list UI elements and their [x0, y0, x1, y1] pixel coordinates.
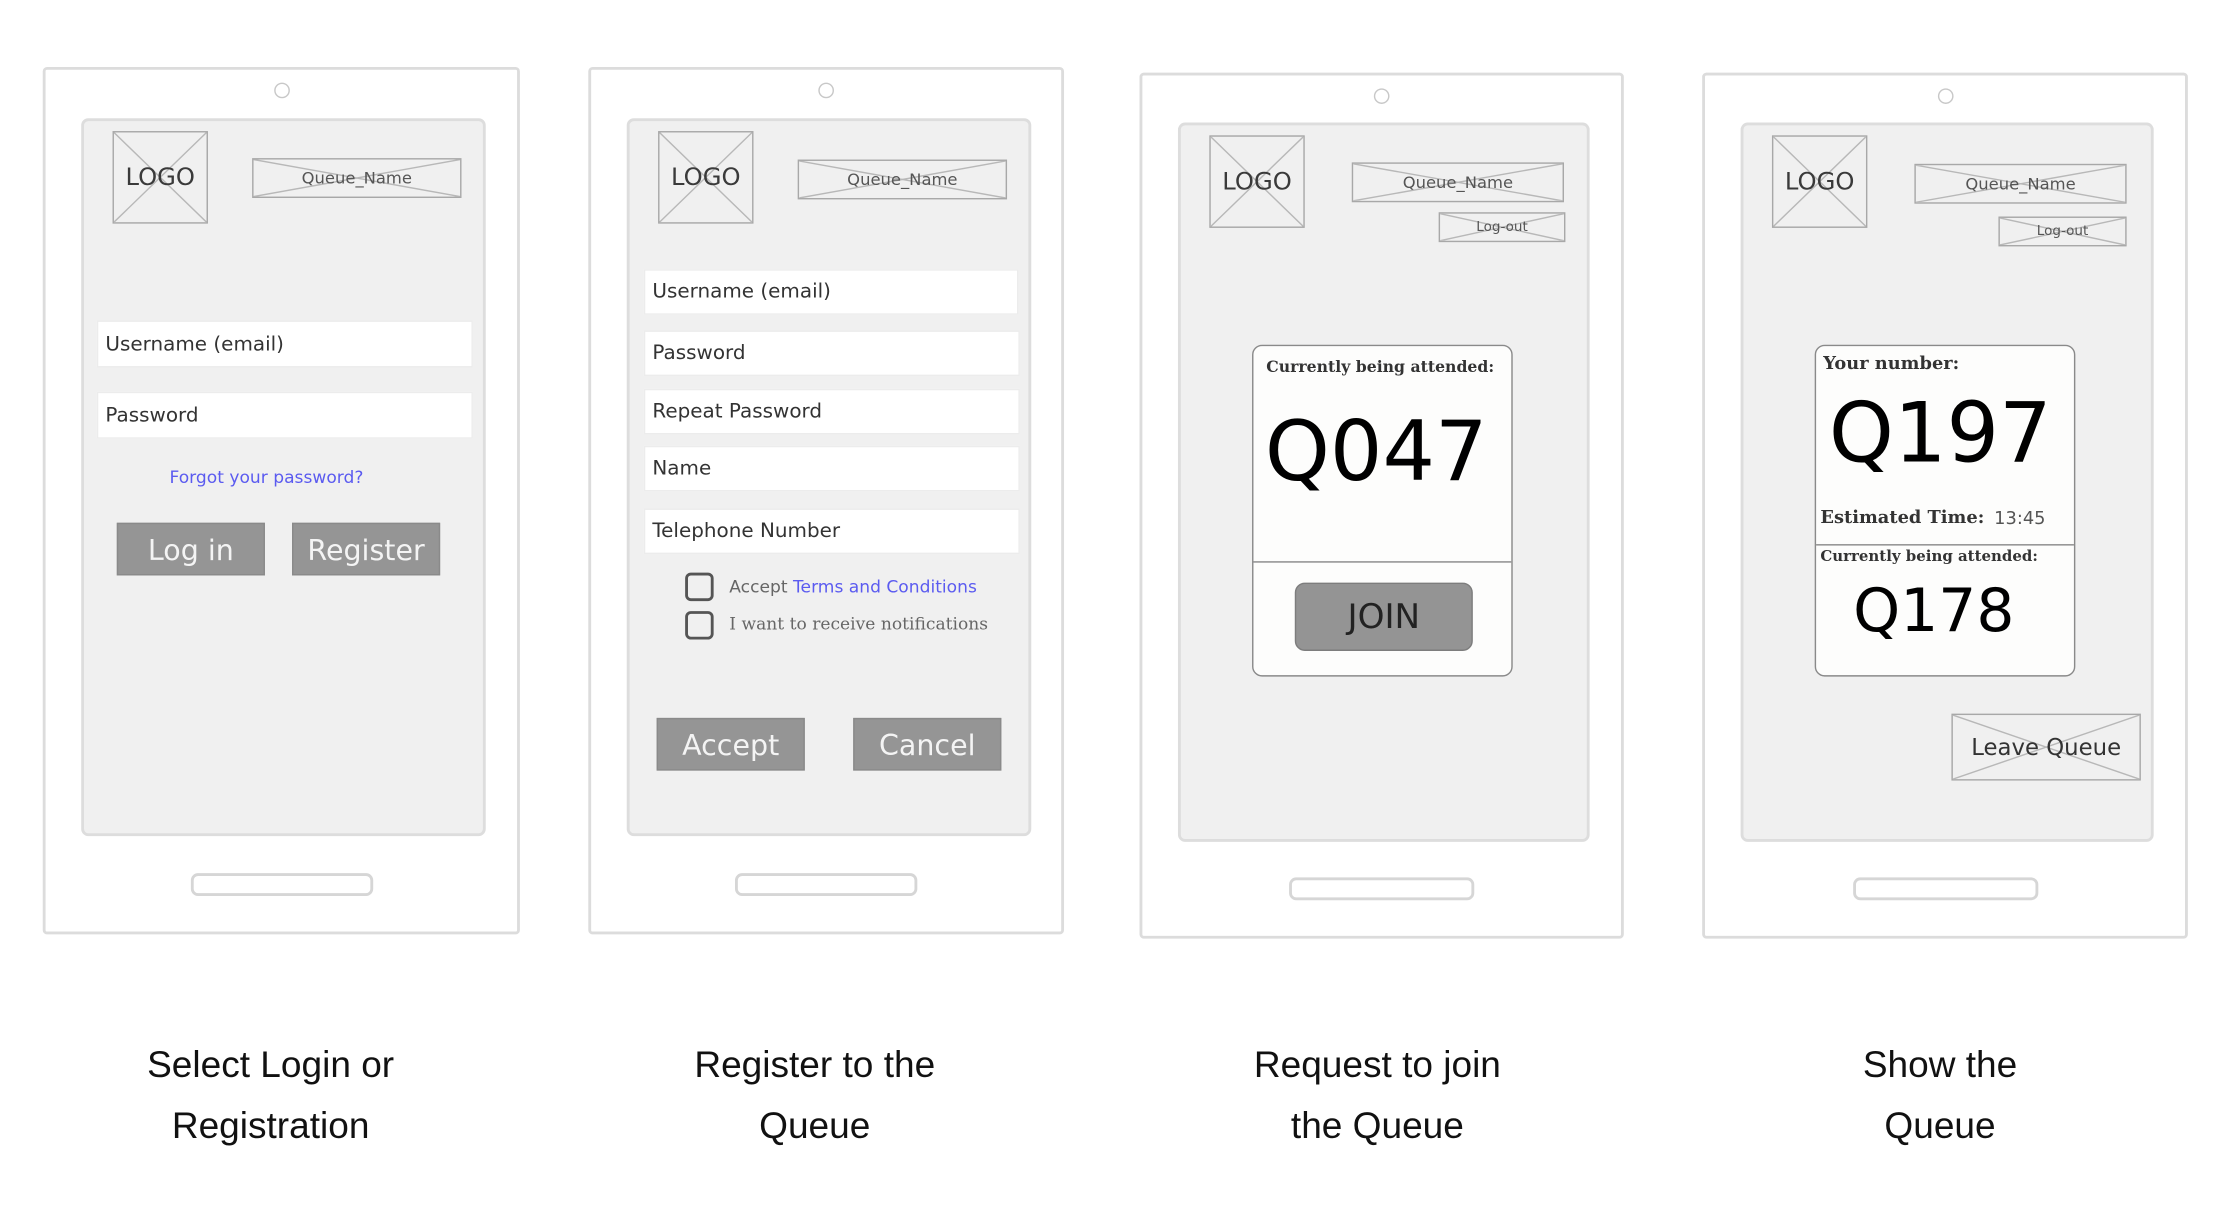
caption-line: the Queue: [1290, 1103, 1464, 1147]
logo-placeholder: LOGO: [1771, 135, 1868, 228]
password-placeholder: Password: [652, 341, 746, 365]
phone-register: LOGO Queue_Name Username (email) Passwor…: [588, 66, 1065, 935]
caption-line: Request to join: [1253, 1042, 1501, 1086]
camera-icon: [1937, 88, 1953, 104]
terms-link[interactable]: Terms and Conditions: [793, 577, 977, 597]
logo-placeholder: LOGO: [1209, 135, 1305, 228]
camera-icon: [1373, 88, 1390, 104]
password-field[interactable]: Password: [96, 391, 473, 439]
attended-label: Currently being attended:: [1820, 548, 2038, 566]
your-number: Q197: [1828, 384, 2052, 482]
login-button[interactable]: Log in: [116, 522, 265, 576]
caption-join: Request to join the Queue: [1149, 1034, 1605, 1156]
username-placeholder: Username (email): [652, 280, 831, 304]
queue-name-label: Queue_Name: [1402, 172, 1514, 193]
logo-placeholder: LOGO: [112, 131, 208, 224]
logo-label: LOGO: [125, 163, 196, 192]
cancel-button[interactable]: Cancel: [853, 717, 1002, 771]
username-placeholder: Username (email): [105, 332, 284, 356]
your-number-label: Your number:: [1823, 351, 1960, 374]
queue-name-placeholder: Queue_Name: [797, 159, 1008, 200]
home-button: [1289, 877, 1475, 901]
caption-show-queue: Show the Queue: [1712, 1034, 2168, 1156]
forgot-password-link[interactable]: Forgot your password?: [170, 467, 364, 487]
card-divider: [1816, 544, 2074, 546]
estimated-time-value: 13:45: [1994, 507, 2046, 529]
logout-label: Log-out: [1476, 219, 1528, 236]
wireframe-canvas: LOGO Queue_Name Username (email) Passwor…: [0, 0, 2222, 1228]
home-button: [190, 873, 373, 896]
caption-line: Register to the: [694, 1042, 936, 1086]
queue-name-placeholder: Queue_Name: [1914, 163, 2127, 204]
attended-number: Q047: [1264, 403, 1488, 500]
notifications-checkbox[interactable]: [685, 611, 714, 640]
caption-line: Queue: [759, 1103, 871, 1147]
leave-queue-label: Leave Queue: [1971, 733, 2122, 761]
estimated-time-label: Estimated Time:: [1820, 505, 1985, 528]
caption-line: Show the: [1862, 1042, 2018, 1086]
logout-label: Log-out: [2036, 223, 2089, 240]
card-divider: [1253, 561, 1512, 563]
caption-login: Select Login or Registration: [43, 1034, 499, 1156]
caption-register: Register to the Queue: [587, 1034, 1043, 1156]
logo-label: LOGO: [1784, 167, 1855, 196]
username-field[interactable]: Username (email): [96, 320, 473, 368]
home-button: [1852, 877, 2038, 901]
caption-line: Registration: [171, 1103, 370, 1147]
camera-icon: [273, 82, 290, 99]
terms-checkbox[interactable]: [685, 572, 714, 602]
phone-login: LOGO Queue_Name Username (email) Passwor…: [42, 66, 520, 935]
repeat-password-field[interactable]: Repeat Password: [643, 388, 1020, 435]
queue-status-card: Your number: Q197 Estimated Time: 13:45 …: [1814, 344, 2076, 677]
logo-label: LOGO: [671, 163, 741, 192]
telephone-placeholder: Telephone Number: [652, 519, 841, 543]
name-field[interactable]: Name: [643, 445, 1020, 492]
notifications-label: I want to receive notifications: [729, 613, 989, 634]
name-placeholder: Name: [652, 457, 712, 481]
queue-name-placeholder: Queue_Name: [252, 158, 462, 198]
logo-label: LOGO: [1222, 167, 1292, 196]
home-button: [734, 873, 918, 896]
password-placeholder: Password: [105, 403, 199, 427]
screen-join: LOGO Queue_Name Log-out Currently being …: [1177, 122, 1590, 842]
queue-name-placeholder: Queue_Name: [1351, 162, 1564, 203]
attended-number: Q178: [1853, 575, 2015, 646]
attended-label: Currently being attended:: [1266, 357, 1495, 377]
queue-name-label: Queue_Name: [301, 168, 412, 189]
username-field[interactable]: Username (email): [643, 269, 1019, 315]
terms-prefix: Accept: [729, 576, 788, 597]
terms-label: Accept Terms and Conditions: [729, 577, 977, 597]
phone-show-queue: LOGO Queue_Name Log-out Your number: Q19…: [1702, 72, 2188, 939]
logout-placeholder[interactable]: Log-out: [1438, 212, 1566, 243]
queue-name-label: Queue_Name: [847, 169, 958, 190]
telephone-field[interactable]: Telephone Number: [643, 508, 1020, 555]
caption-line: Queue: [1884, 1103, 1996, 1147]
join-button[interactable]: JOIN: [1294, 582, 1473, 651]
caption-line: Select Login or: [147, 1042, 395, 1086]
phone-join: LOGO Queue_Name Log-out Currently being …: [1139, 72, 1624, 939]
repeat-password-placeholder: Repeat Password: [652, 400, 823, 424]
password-field[interactable]: Password: [643, 330, 1020, 377]
attended-card: Currently being attended: Q047 JOIN: [1252, 344, 1513, 677]
screen-register: LOGO Queue_Name Username (email) Passwor…: [626, 118, 1032, 837]
screen-login: LOGO Queue_Name Username (email) Passwor…: [81, 118, 486, 837]
leave-queue-button[interactable]: Leave Queue: [1951, 713, 2141, 781]
logout-placeholder[interactable]: Log-out: [1998, 216, 2127, 247]
screen-show-queue: LOGO Queue_Name Log-out Your number: Q19…: [1740, 122, 2154, 842]
register-button[interactable]: Register: [292, 522, 441, 576]
camera-icon: [818, 82, 834, 99]
accept-button[interactable]: Accept: [656, 717, 805, 771]
queue-name-label: Queue_Name: [1965, 173, 2076, 194]
logo-placeholder: LOGO: [658, 131, 754, 224]
